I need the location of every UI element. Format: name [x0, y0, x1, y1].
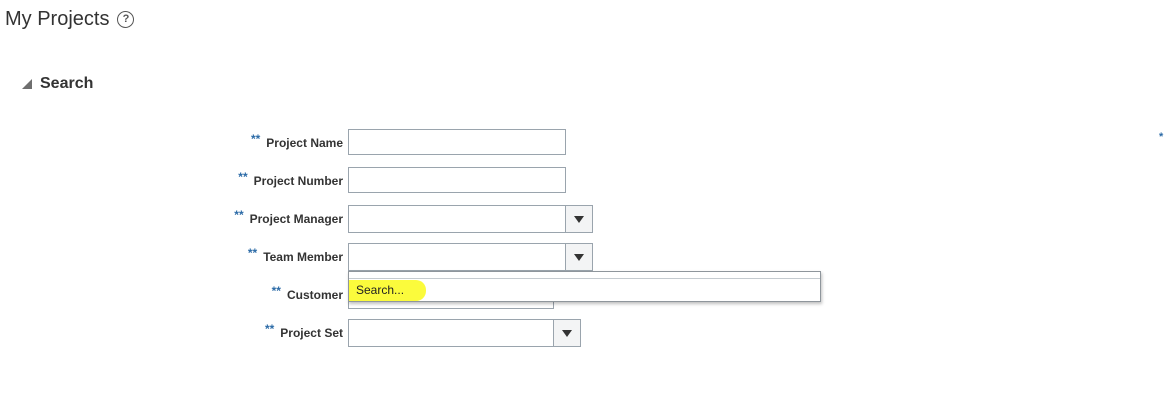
project-name-field[interactable] — [348, 129, 566, 155]
team-member-label-group: ** Team Member — [0, 243, 343, 271]
team-member-dropdown-button[interactable] — [565, 244, 592, 270]
search-section-title: Search — [40, 75, 94, 92]
chevron-down-icon — [562, 329, 572, 337]
team-member-input[interactable] — [349, 244, 565, 270]
project-set-dropdown-button[interactable] — [553, 320, 580, 346]
project-name-label-group: ** Project Name — [0, 129, 343, 157]
project-name-label: Project Name — [266, 136, 343, 150]
customer-label: Customer — [286, 288, 343, 302]
project-manager-label-group: ** Project Manager — [0, 205, 343, 233]
project-manager-dropdown-button[interactable] — [565, 206, 592, 232]
project-manager-select[interactable] — [348, 205, 593, 233]
required-note-marker: * — [1159, 131, 1164, 143]
team-member-dropdown-popup: Search... — [348, 271, 821, 302]
help-icon[interactable]: ? — [117, 11, 135, 28]
chevron-down-icon — [574, 253, 584, 261]
project-manager-label: Project Manager — [249, 212, 343, 226]
project-manager-input[interactable] — [349, 206, 565, 232]
project-set-input[interactable] — [349, 320, 553, 346]
project-number-label: Project Number — [253, 174, 343, 188]
customer-label-group: ** Customer — [0, 281, 343, 309]
required-marker: ** — [271, 284, 281, 298]
project-name-input[interactable] — [349, 130, 565, 154]
project-set-label-group: ** Project Set — [0, 319, 343, 347]
required-marker: ** — [250, 132, 261, 146]
collapse-triangle-icon[interactable] — [22, 79, 32, 89]
project-number-field[interactable] — [348, 167, 566, 193]
page-title: My Projects — [5, 8, 110, 30]
required-marker: ** — [264, 322, 275, 336]
project-number-input[interactable] — [349, 168, 565, 192]
chevron-down-icon — [574, 215, 584, 223]
team-member-label: Team Member — [263, 250, 343, 264]
required-marker: ** — [238, 170, 248, 184]
project-number-label-group: ** Project Number — [0, 167, 343, 195]
required-marker: ** — [247, 246, 258, 260]
page-header: My Projects ? — [5, 8, 135, 31]
project-set-select[interactable] — [348, 319, 581, 347]
search-section-toggle[interactable]: Search — [22, 75, 93, 93]
team-member-select[interactable] — [348, 243, 593, 271]
project-set-label: Project Set — [280, 326, 343, 340]
required-marker: ** — [234, 208, 244, 222]
page: My Projects ? Search * ** Project Name *… — [0, 0, 1166, 394]
dropdown-search-placeholder: Search... — [356, 283, 405, 297]
dropdown-search-input[interactable]: Search... — [349, 278, 820, 301]
